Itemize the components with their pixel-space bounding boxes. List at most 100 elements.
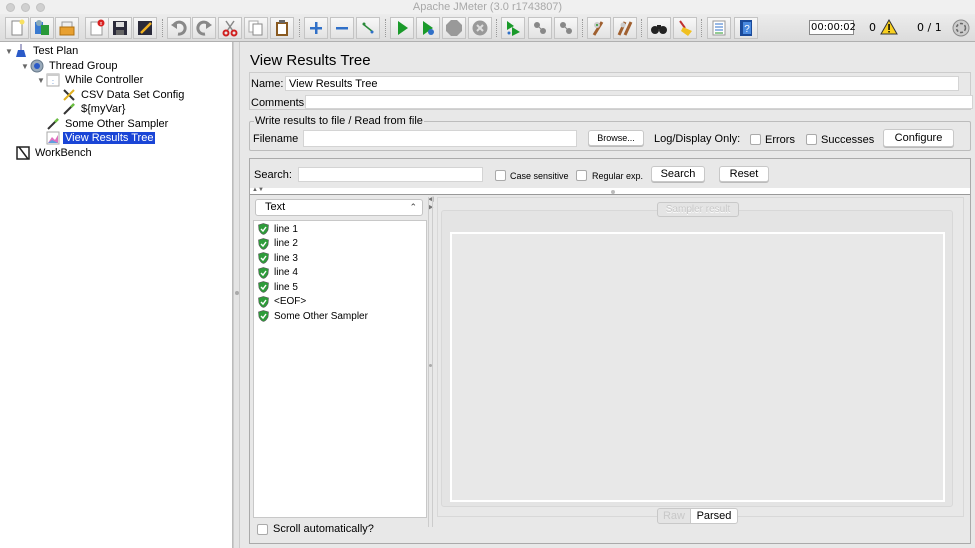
splitter-grip[interactable]: [235, 291, 239, 295]
search-button[interactable]: [647, 17, 671, 39]
list-detail-splitter[interactable]: [428, 197, 433, 527]
reset-button[interactable]: Reset: [719, 166, 769, 182]
name-label: Name:: [251, 78, 284, 90]
new-button[interactable]: [5, 17, 29, 39]
zoom-window-button[interactable]: [36, 3, 45, 12]
stop-button[interactable]: [442, 17, 466, 39]
remote-stop-all-button[interactable]: [528, 17, 552, 39]
result-item[interactable]: line 2: [258, 237, 298, 251]
expand-arrow-icon[interactable]: ▼: [4, 47, 14, 56]
result-item-label: line 1: [274, 223, 298, 235]
templates-button[interactable]: [30, 17, 54, 39]
close-icon: x: [90, 19, 105, 36]
expand-all-button[interactable]: [304, 17, 328, 39]
clear-button[interactable]: [587, 17, 611, 39]
copy-button[interactable]: [244, 17, 268, 39]
toolbar-separator: [641, 19, 642, 37]
svg-text::: :: [52, 79, 54, 86]
tree-node-test-plan[interactable]: ▼ Test Plan: [4, 44, 80, 58]
templates-icon: [35, 20, 49, 35]
remote-status-icon: [952, 19, 970, 40]
start-button[interactable]: [390, 17, 414, 39]
collapse-all-button[interactable]: [330, 17, 354, 39]
renderer-select[interactable]: Text ⌃: [255, 199, 423, 216]
warning-icon[interactable]: [880, 18, 898, 38]
broom-icon: [679, 20, 692, 36]
paste-button[interactable]: [270, 17, 294, 39]
result-item[interactable]: <EOF>: [258, 295, 306, 309]
errors-checkbox[interactable]: [750, 134, 761, 145]
function-helper-button[interactable]: [707, 17, 731, 39]
tree-node-workbench[interactable]: WorkBench: [16, 146, 94, 160]
result-item[interactable]: line 1: [258, 222, 298, 236]
save-button[interactable]: [108, 17, 132, 39]
tree-node-view-results-tree[interactable]: View Results Tree: [46, 131, 156, 145]
remote-stop-icon: [534, 22, 546, 34]
results-splitter[interactable]: ▲▼: [250, 187, 970, 195]
splitter-grip[interactable]: [429, 364, 432, 367]
tree-node-myvar[interactable]: ${myVar}: [62, 102, 127, 116]
redo-button[interactable]: [192, 17, 216, 39]
splitter-arrows-icon[interactable]: ▲▼: [252, 187, 264, 193]
remote-shutdown-all-button[interactable]: [554, 17, 578, 39]
clear-all-button[interactable]: [613, 17, 637, 39]
view-results-tree-panel: View Results Tree Name: View Results Tre…: [241, 42, 975, 548]
error-count: 0: [869, 21, 876, 34]
filename-input[interactable]: [303, 130, 577, 147]
result-item[interactable]: line 3: [258, 251, 298, 265]
result-item[interactable]: line 5: [258, 280, 298, 294]
tree-node-csv-data-set-config[interactable]: CSV Data Set Config: [62, 88, 186, 102]
cut-button[interactable]: [218, 17, 242, 39]
sampler-result-text[interactable]: [450, 232, 945, 502]
title-bar: Apache JMeter (3.0 r1743807): [0, 0, 975, 14]
search-button[interactable]: Search: [651, 166, 705, 182]
tree-node-some-other-sampler[interactable]: Some Other Sampler: [46, 117, 170, 131]
help-button[interactable]: ?: [734, 17, 758, 39]
close-window-button[interactable]: [6, 3, 15, 12]
tab-sampler-result[interactable]: Sampler result: [657, 202, 739, 217]
test-plan-icon: [14, 44, 28, 58]
remote-start-all-button[interactable]: [501, 17, 525, 39]
case-sensitive-checkbox[interactable]: [495, 170, 506, 181]
expand-arrow-icon[interactable]: ▼: [20, 62, 30, 71]
sampler-icon: [46, 117, 60, 131]
configure-button[interactable]: Configure: [883, 129, 954, 147]
shutdown-icon: [472, 20, 488, 36]
toggle-button[interactable]: [356, 17, 380, 39]
collapse-icon: [336, 27, 348, 30]
select-chevron-icon: ⌃: [409, 202, 417, 212]
tree-node-thread-group[interactable]: ▼ Thread Group: [20, 59, 119, 73]
remote-shutdown-icon: [560, 22, 572, 34]
close-button[interactable]: x: [85, 17, 109, 39]
tab-parsed[interactable]: Parsed: [690, 508, 738, 524]
shutdown-button[interactable]: [468, 17, 492, 39]
name-input[interactable]: View Results Tree: [285, 76, 959, 91]
search-input[interactable]: [298, 167, 483, 182]
start-no-pauses-button[interactable]: [416, 17, 440, 39]
jmeter-window: Apache JMeter (3.0 r1743807) x ? 00:00:0…: [0, 0, 975, 548]
browse-button[interactable]: Browse...: [588, 130, 644, 146]
comments-input[interactable]: [305, 95, 973, 109]
minimize-window-button[interactable]: [21, 3, 30, 12]
case-sensitive-label: Case sensitive: [510, 171, 569, 181]
thread-group-icon: [30, 59, 44, 73]
successes-checkbox[interactable]: [806, 134, 817, 145]
expand-arrow-icon[interactable]: ▼: [36, 76, 46, 85]
splitter-grip[interactable]: [611, 190, 615, 194]
undo-button[interactable]: [167, 17, 191, 39]
tab-raw[interactable]: Raw: [657, 508, 691, 524]
errors-label: Errors: [765, 134, 795, 146]
save-as-button[interactable]: [133, 17, 157, 39]
tree-splitter[interactable]: [233, 42, 240, 548]
scroll-auto-checkbox[interactable]: [257, 524, 268, 535]
open-button[interactable]: [55, 17, 79, 39]
result-item[interactable]: line 4: [258, 266, 298, 280]
test-plan-tree: ▼ Test Plan ▼ Thread Group ▼ : While Con…: [0, 42, 233, 548]
page-title: View Results Tree: [250, 52, 371, 69]
regex-checkbox[interactable]: [576, 170, 587, 181]
result-item[interactable]: Some Other Sampler: [258, 309, 368, 323]
reset-search-button[interactable]: [673, 17, 697, 39]
tree-node-while-controller[interactable]: ▼ : While Controller: [36, 73, 145, 87]
config-icon: [62, 88, 76, 102]
copy-icon: [248, 20, 263, 36]
